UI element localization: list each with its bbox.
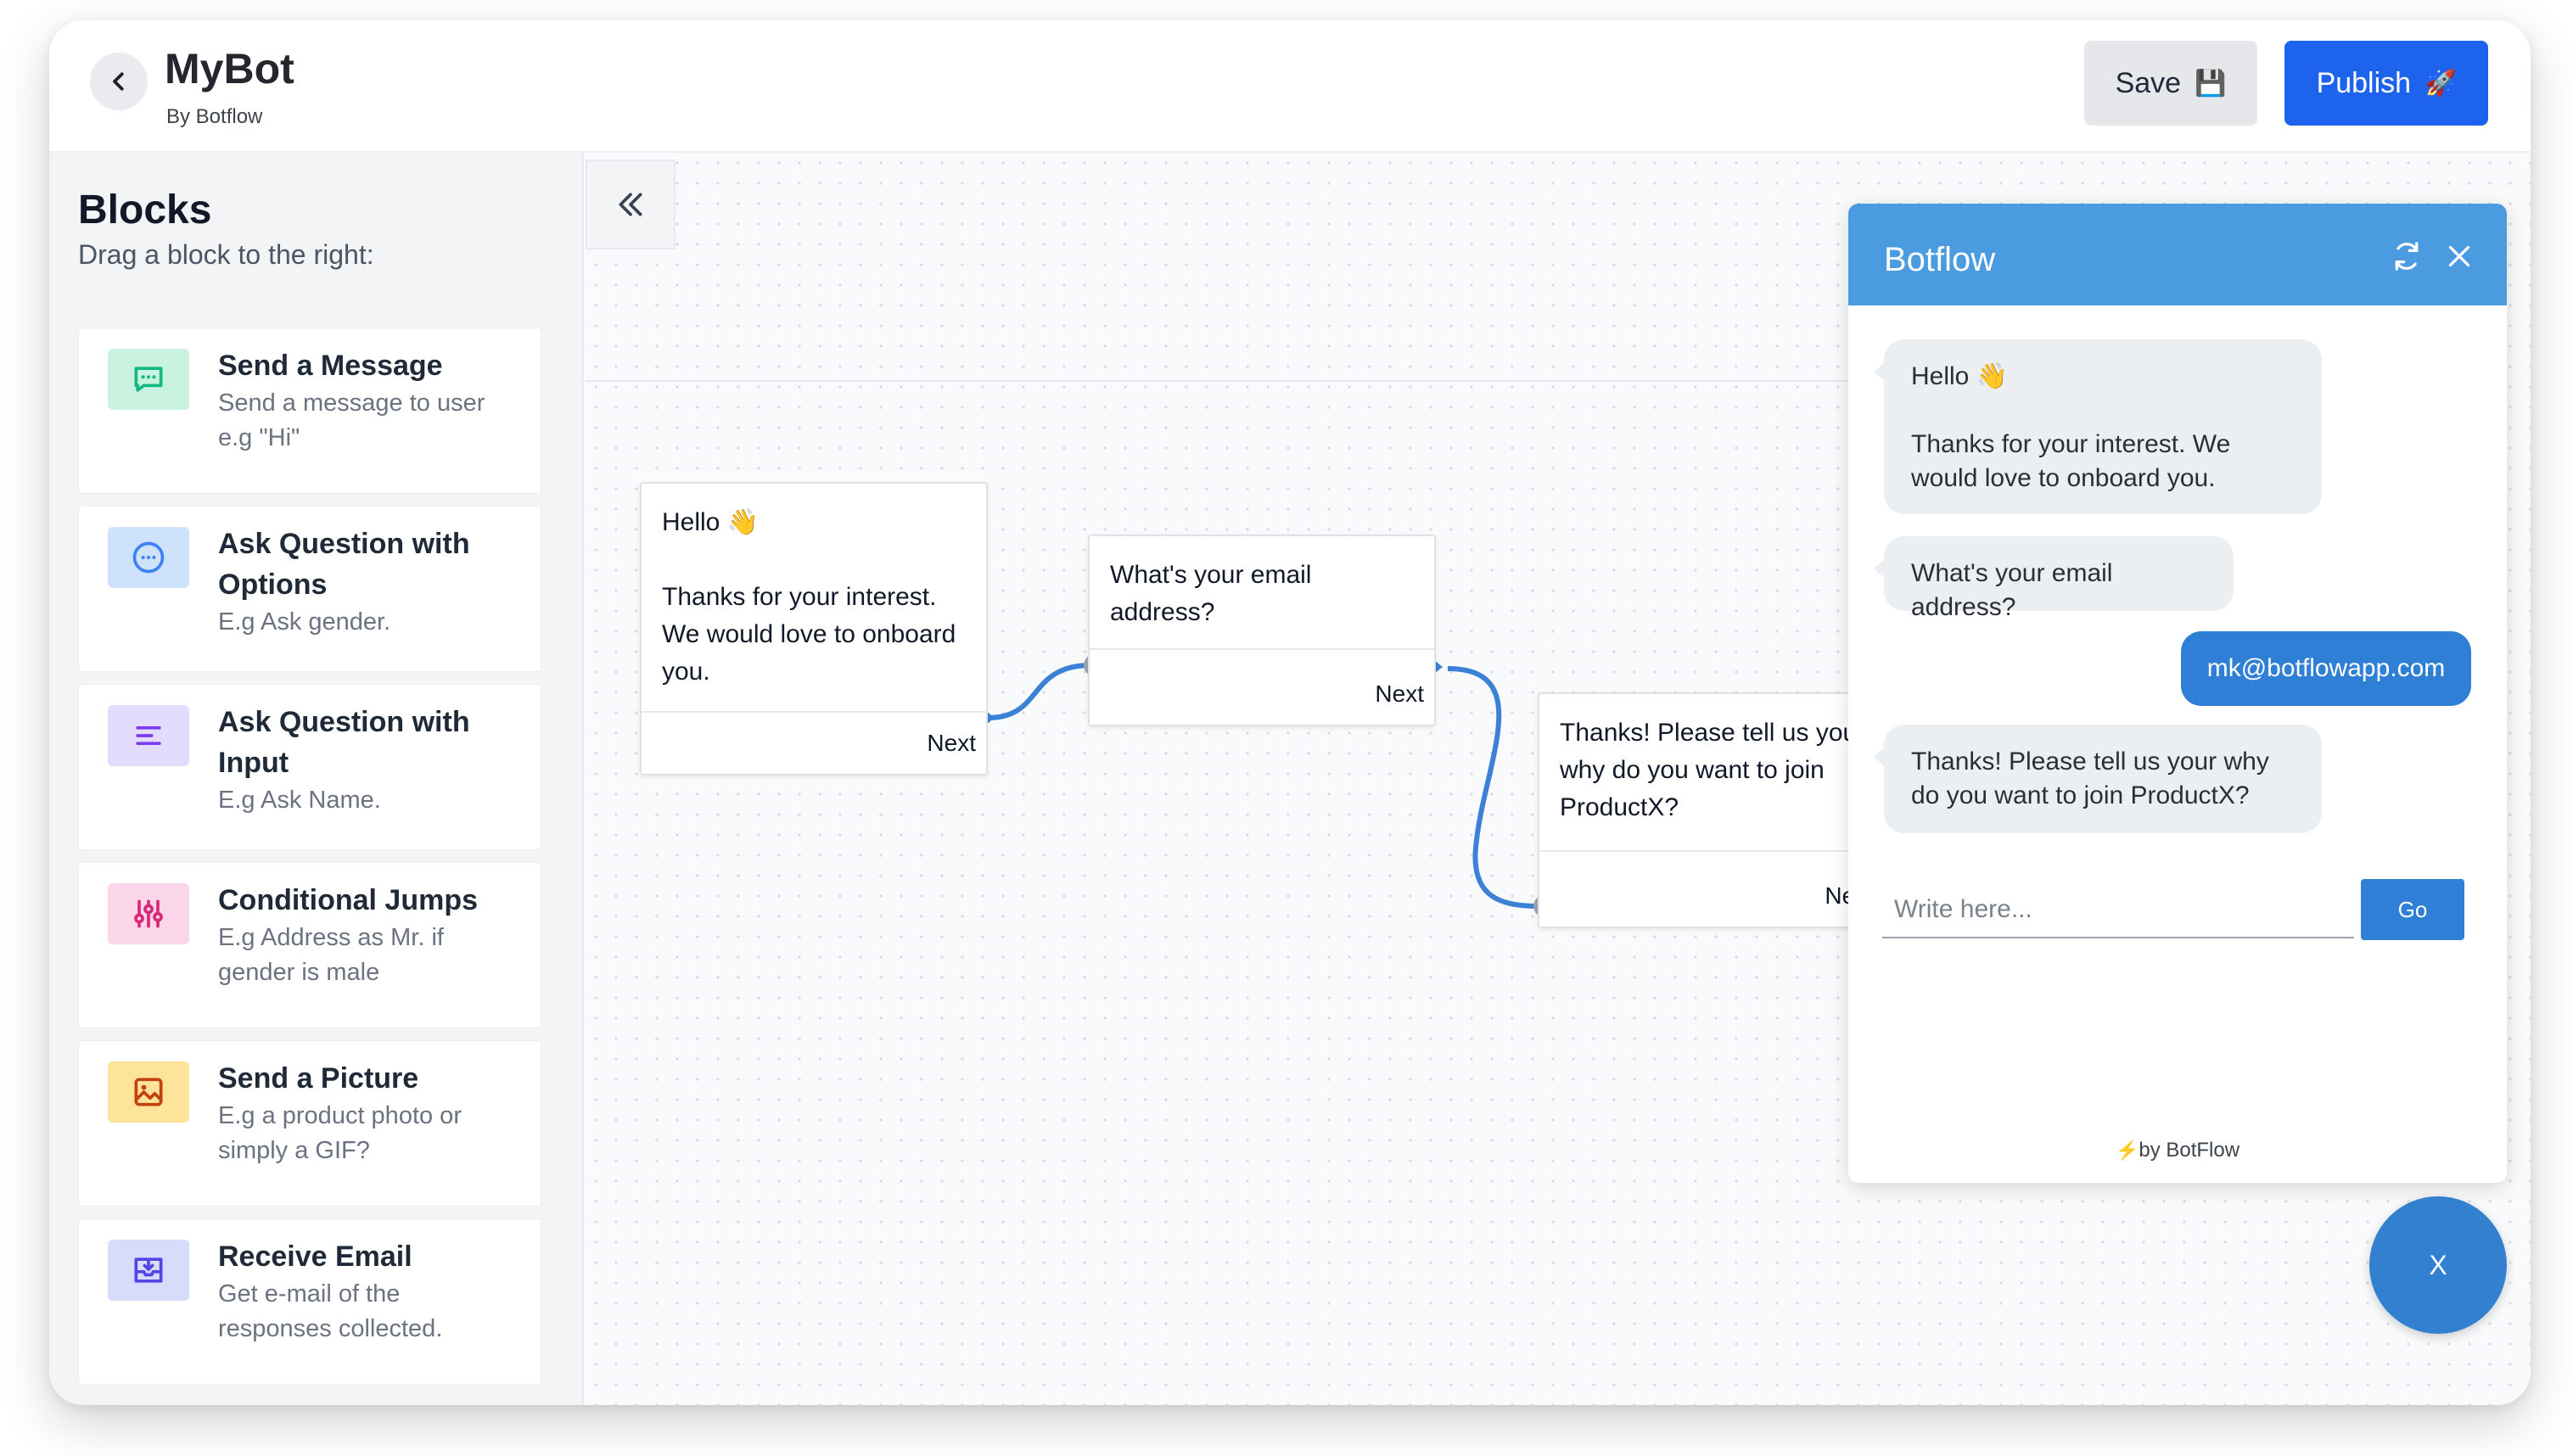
block-description: Send a message to user e.g "Hi"	[218, 389, 485, 451]
lightning-icon: ⚡	[2115, 1140, 2139, 1161]
block-name: Conditional Jumps	[218, 884, 478, 916]
node-text: What's your email address?	[1110, 561, 1312, 626]
block-name: Receive Email	[218, 1240, 412, 1273]
chat-message-user: mk@botflowapp.com	[2181, 631, 2471, 706]
flow-node-greeting[interactable]: Hello 👋 Thanks for your interest. We wou…	[640, 482, 988, 776]
bot-title: MyBot	[165, 45, 294, 92]
publish-button-label: Publish	[2316, 66, 2412, 99]
save-button[interactable]: Save 💾	[2084, 41, 2257, 126]
block-ask-input[interactable]: Ask Question with Input E.g Ask Name.	[78, 684, 541, 850]
save-button-label: Save	[2115, 66, 2182, 99]
node-text: Thanks! Please tell us your why do you w…	[1560, 719, 1866, 821]
top-bar: MyBot By Botflow Save 💾 Publish 🚀	[49, 20, 2531, 153]
block-description: E.g a product photo or simply a GIF?	[218, 1102, 462, 1164]
chat-message-text: Hello 👋	[1911, 362, 2009, 390]
inbox-icon	[108, 1240, 189, 1301]
node-text: Hello 👋	[662, 508, 760, 536]
options-icon	[108, 527, 189, 588]
block-name: Ask Question with Options	[218, 528, 470, 601]
chat-footer-text: by BotFlow	[2139, 1139, 2240, 1162]
block-conditional-jumps[interactable]: Conditional Jumps E.g Address as Mr. if …	[78, 862, 541, 1028]
blocks-title: Blocks	[78, 188, 212, 232]
chat-title: Botflow	[1884, 241, 1996, 278]
go-button[interactable]: Go	[2361, 879, 2464, 940]
chat-message-bot: Hello 👋 Thanks for your interest. We wou…	[1874, 339, 2322, 514]
chat-message-text: What's your email address?	[1911, 559, 2113, 621]
chat-header: Botflow	[1848, 204, 2507, 305]
back-button[interactable]	[90, 53, 148, 110]
connector-1-2	[987, 663, 1092, 720]
chat-message-bot: Thanks! Please tell us your why do you w…	[1874, 725, 2322, 833]
block-description: E.g Address as Mr. if gender is male	[218, 924, 444, 986]
node-next-label[interactable]: Next	[927, 730, 976, 757]
rocket-icon: 🚀	[2424, 69, 2457, 98]
chat-input[interactable]	[1882, 882, 2354, 938]
chevron-left-icon	[113, 72, 124, 91]
floppy-disk-icon: 💾	[2195, 69, 2227, 98]
chat-bubble-icon	[108, 349, 189, 410]
blocks-subtitle: Drag a block to the right:	[78, 239, 374, 270]
close-icon[interactable]	[2444, 241, 2475, 272]
sliders-icon	[108, 883, 189, 944]
text-lines-icon	[108, 705, 189, 766]
block-description: E.g Ask gender.	[218, 608, 391, 636]
blocks-sidebar: Blocks Drag a block to the right: Send a…	[49, 153, 584, 1405]
block-description: E.g Ask Name.	[218, 787, 381, 814]
block-receive-email[interactable]: Receive Email Get e-mail of the response…	[78, 1218, 541, 1385]
chat-message-text: Thanks! Please tell us your why do you w…	[1911, 748, 2269, 809]
block-name: Send a Message	[218, 350, 443, 382]
flow-node-email[interactable]: What's your email address? Next	[1088, 535, 1436, 726]
chat-message-bot: What's your email address?	[1874, 536, 2234, 621]
chat-toggle-button[interactable]: X	[2369, 1196, 2507, 1334]
refresh-icon[interactable]	[2390, 239, 2424, 273]
chat-preview-panel: Botflow Hello 👋 Thanks for your interest…	[1848, 204, 2507, 1183]
block-ask-options[interactable]: Ask Question with Options E.g Ask gender…	[78, 506, 541, 672]
block-name: Send a Picture	[218, 1062, 419, 1095]
bot-subtitle: By Botflow	[166, 105, 263, 128]
app-window: MyBot By Botflow Save 💾 Publish 🚀 Blocks…	[49, 20, 2531, 1405]
block-description: Get e-mail of the responses collected.	[218, 1280, 443, 1342]
connector-2-3	[1447, 666, 1542, 909]
block-send-picture[interactable]: Send a Picture E.g a product photo or si…	[78, 1040, 541, 1207]
block-send-message[interactable]: Send a Message Send a message to user e.…	[78, 328, 541, 494]
node-next-label[interactable]: Next	[1375, 680, 1424, 708]
block-name: Ask Question with Input	[218, 706, 470, 779]
publish-button[interactable]: Publish 🚀	[2284, 41, 2488, 126]
node-text: Thanks for your interest. We would love …	[662, 583, 956, 686]
chat-message-text: Thanks for your interest. We would love …	[1911, 430, 2231, 492]
flow-node-reason[interactable]: Thanks! Please tell us your why do you w…	[1538, 692, 1886, 928]
chat-footer: ⚡by BotFlow	[1848, 1139, 2507, 1162]
chat-message-text: mk@botflowapp.com	[2206, 654, 2446, 682]
picture-icon	[108, 1061, 189, 1123]
